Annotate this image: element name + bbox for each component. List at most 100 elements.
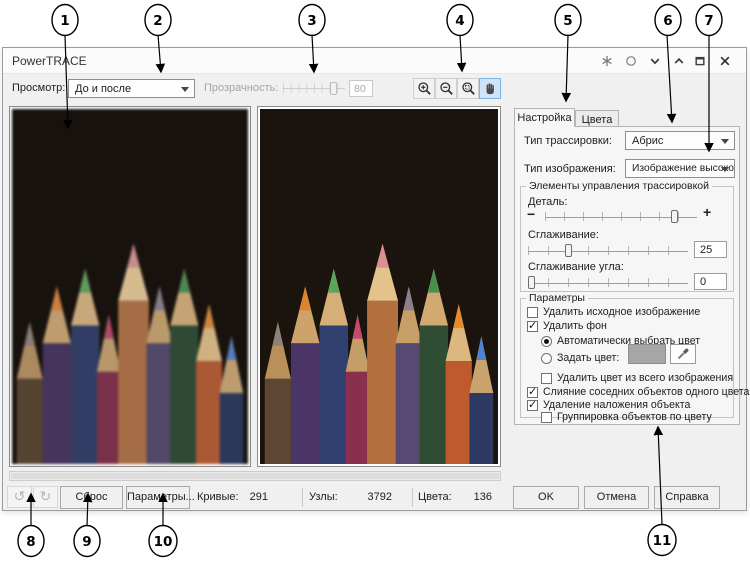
option-label: Группировка объектов по цвету xyxy=(557,411,712,423)
transparency-label: Прозрачность: xyxy=(204,82,278,94)
callout-4: 4 xyxy=(447,5,473,36)
tab-settings[interactable]: Настройка xyxy=(514,108,575,127)
image-type-label: Тип изображения: xyxy=(524,163,616,175)
chevron-up-icon[interactable] xyxy=(670,54,688,68)
slider-thumb[interactable] xyxy=(528,276,535,289)
svg-text:2: 2 xyxy=(153,13,162,29)
option-delete-original[interactable]: Удалить исходное изображение xyxy=(527,306,700,318)
divider xyxy=(412,488,413,507)
scrollbar-thumb[interactable] xyxy=(11,473,499,479)
svg-text:7: 7 xyxy=(704,13,713,29)
svg-text:5: 5 xyxy=(563,13,572,29)
checkbox-icon[interactable] xyxy=(527,400,538,411)
checkbox-icon[interactable] xyxy=(527,307,538,318)
option-remove-object-overlap[interactable]: Удаление наложения объекта xyxy=(527,399,690,411)
preview-after-panel[interactable] xyxy=(257,106,501,467)
colors-value: 136 xyxy=(452,491,492,503)
detail-plus[interactable]: + xyxy=(703,204,711,220)
combo-arrow-icon xyxy=(721,167,729,172)
window-title: PowerTRACE xyxy=(12,54,87,68)
callout-10: 10 xyxy=(149,526,177,557)
smoothing-slider[interactable] xyxy=(528,244,688,257)
detail-slider[interactable] xyxy=(545,210,697,223)
callout-8: 8 xyxy=(18,526,44,557)
callout-3: 3 xyxy=(299,5,325,36)
callout-2: 2 xyxy=(145,5,171,36)
slider-thumb[interactable] xyxy=(671,210,678,223)
option-group-objects-by-color[interactable]: Группировка объектов по цвету xyxy=(541,411,712,423)
checkbox-icon[interactable] xyxy=(527,387,538,398)
svg-text:4: 4 xyxy=(455,13,464,29)
callout-1: 1 xyxy=(52,5,78,36)
slider-track xyxy=(528,251,688,252)
option-label: Удалить фон xyxy=(543,320,607,332)
slider-thumb[interactable] xyxy=(565,244,572,257)
pan-tool-button[interactable] xyxy=(479,78,501,99)
options-button[interactable]: Параметры... xyxy=(126,486,190,509)
radio-icon[interactable] xyxy=(541,353,552,364)
reset-button[interactable]: Сброс xyxy=(60,486,123,509)
callout-5: 5 xyxy=(555,5,581,36)
background-color-swatch[interactable] xyxy=(628,344,666,364)
redo-button[interactable]: ↻ xyxy=(33,486,58,508)
trace-type-value: Абрис xyxy=(632,135,663,147)
option-specify-color[interactable]: Задать цвет: xyxy=(541,352,619,364)
undo-button[interactable]: ↺ xyxy=(7,486,32,508)
preview-mode-select[interactable]: До и после xyxy=(68,79,195,98)
eyedropper-button[interactable] xyxy=(670,344,696,364)
zoom-to-fit-button[interactable] xyxy=(457,78,479,99)
chevron-down-icon[interactable] xyxy=(646,54,664,68)
smoothing-label: Сглаживание: xyxy=(528,229,599,241)
svg-text:6: 6 xyxy=(663,13,672,29)
after-traced-image xyxy=(260,109,498,464)
zoom-out-button[interactable] xyxy=(435,78,457,99)
help-button[interactable]: Справка xyxy=(654,486,720,509)
checkbox-icon[interactable] xyxy=(541,373,552,384)
preview-horizontal-scrollbar[interactable] xyxy=(9,471,501,481)
customize-icon[interactable] xyxy=(598,54,616,68)
option-remove-background[interactable]: Удалить фон xyxy=(527,320,607,332)
divider xyxy=(302,488,303,507)
svg-text:10: 10 xyxy=(154,534,173,550)
preview-before-panel[interactable] xyxy=(9,106,251,467)
trace-type-select[interactable]: Абрис xyxy=(625,131,735,150)
trace-type-label: Тип трассировки: xyxy=(524,135,612,147)
zoom-in-button[interactable] xyxy=(413,78,435,99)
transparency-slider xyxy=(283,81,345,95)
combo-arrow-icon xyxy=(181,87,189,92)
ok-button[interactable]: OK xyxy=(513,486,579,509)
detail-minus[interactable]: − xyxy=(527,206,535,222)
svg-text:1: 1 xyxy=(60,13,69,29)
radio-icon[interactable] xyxy=(541,336,552,347)
cancel-button[interactable]: Отмена xyxy=(584,486,649,509)
checkbox-icon[interactable] xyxy=(541,412,552,423)
image-type-value: Изображение высокого ... xyxy=(632,163,735,174)
image-type-select[interactable]: Изображение высокого ... xyxy=(625,159,735,178)
combo-arrow-icon xyxy=(721,139,729,144)
svg-text:8: 8 xyxy=(26,534,35,550)
option-remove-color-entire-image[interactable]: Удалить цвет из всего изображения xyxy=(541,372,733,384)
svg-text:11: 11 xyxy=(653,533,672,549)
parameters-group-title: Параметры xyxy=(526,292,588,304)
corner-smoothing-value-field[interactable]: 0 xyxy=(694,273,727,290)
transparency-value-field: 80 xyxy=(349,80,373,97)
tab-colors[interactable]: Цвета xyxy=(575,110,619,127)
option-merge-adjacent-objects[interactable]: Слияние соседних объектов одного цвета xyxy=(527,386,749,398)
callout-7: 7 xyxy=(696,5,722,36)
corner-smoothing-label: Сглаживание угла: xyxy=(528,261,624,273)
close-icon[interactable] xyxy=(716,54,734,68)
smoothing-value-field[interactable]: 25 xyxy=(694,241,727,258)
option-label: Удалить исходное изображение xyxy=(543,306,700,318)
option-label: Удалить цвет из всего изображения xyxy=(557,372,733,384)
record-icon[interactable] xyxy=(622,54,640,68)
trace-controls-group-title: Элементы управления трассировкой xyxy=(526,180,712,192)
option-label: Задать цвет: xyxy=(557,352,619,364)
preview-label: Просмотр: xyxy=(12,82,65,94)
maximize-icon[interactable] xyxy=(691,54,709,68)
curves-label: Кривые: xyxy=(197,491,239,503)
slider-thumb xyxy=(330,82,337,95)
checkbox-icon[interactable] xyxy=(527,321,538,332)
curves-value: 291 xyxy=(236,491,268,503)
corner-smoothing-slider[interactable] xyxy=(528,276,688,289)
callout-6: 6 xyxy=(655,5,681,36)
